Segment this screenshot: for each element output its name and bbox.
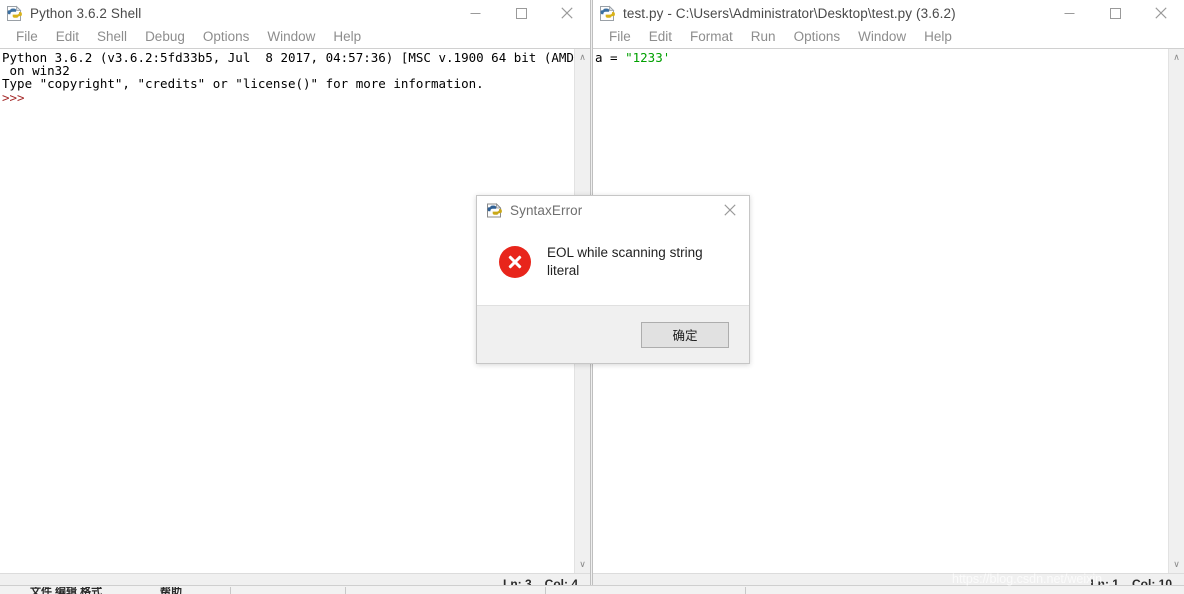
shell-caption-buttons bbox=[452, 0, 590, 26]
error-cross-icon bbox=[499, 245, 531, 278]
editor-caption-buttons bbox=[1046, 0, 1184, 26]
python-file-icon bbox=[599, 5, 616, 22]
sliver-divider-3 bbox=[545, 587, 546, 594]
dialog-footer: 确定 bbox=[477, 305, 749, 363]
background-window-sliver: 文件 编辑 格式 帮助 bbox=[0, 585, 1184, 594]
shell-menu-edit[interactable]: Edit bbox=[47, 26, 88, 48]
editor-menu-options[interactable]: Options bbox=[785, 26, 850, 48]
editor-menubar: File Edit Format Run Options Window Help bbox=[593, 26, 1184, 48]
dialog-close-button[interactable] bbox=[711, 196, 749, 224]
editor-menu-run[interactable]: Run bbox=[742, 26, 785, 48]
editor-menu-window[interactable]: Window bbox=[849, 26, 915, 48]
python-file-icon bbox=[486, 202, 503, 219]
syntax-error-dialog[interactable]: SyntaxError EOL while scanning string li… bbox=[476, 195, 750, 364]
dialog-body: EOL while scanning string literal bbox=[477, 224, 749, 305]
dialog-titlebar[interactable]: SyntaxError bbox=[477, 196, 749, 224]
editor-title-text: test.py - C:\Users\Administrator\Desktop… bbox=[623, 5, 956, 21]
dialog-message-text: EOL while scanning string literal bbox=[547, 244, 703, 278]
python-file-icon bbox=[6, 5, 23, 22]
shell-menu-debug[interactable]: Debug bbox=[136, 26, 194, 48]
shell-menu-window[interactable]: Window bbox=[258, 26, 324, 48]
editor-vertical-scrollbar[interactable]: ∧ ∨ bbox=[1168, 49, 1184, 573]
editor-minimize-button[interactable] bbox=[1046, 0, 1092, 26]
code-line-prefix: a = bbox=[595, 50, 626, 65]
dialog-title-text: SyntaxError bbox=[510, 202, 583, 218]
scroll-up-icon[interactable]: ∧ bbox=[1169, 49, 1184, 66]
shell-menu-options[interactable]: Options bbox=[194, 26, 259, 48]
shell-menubar: File Edit Shell Debug Options Window Hel… bbox=[0, 26, 590, 48]
scroll-down-icon[interactable]: ∨ bbox=[1169, 556, 1184, 573]
sliver-text-fragment-1: 文件 编辑 格式 bbox=[30, 587, 103, 594]
shell-menu-file[interactable]: File bbox=[7, 26, 47, 48]
editor-maximize-button[interactable] bbox=[1092, 0, 1138, 26]
editor-scroll-track[interactable] bbox=[1169, 66, 1184, 556]
console-prompt: >>> bbox=[2, 89, 25, 105]
sliver-divider-4 bbox=[745, 587, 746, 594]
scroll-down-icon[interactable]: ∨ bbox=[575, 556, 591, 573]
shell-close-button[interactable] bbox=[544, 0, 590, 26]
shell-title-text: Python 3.6.2 Shell bbox=[30, 5, 142, 21]
editor-titlebar[interactable]: test.py - C:\Users\Administrator\Desktop… bbox=[593, 0, 1184, 26]
sliver-divider-1 bbox=[230, 587, 231, 594]
console-line-help: Type "copyright", "credits" or "license(… bbox=[2, 76, 484, 92]
editor-menu-format[interactable]: Format bbox=[681, 26, 742, 48]
code-line-string-literal: "1233' bbox=[625, 50, 671, 65]
editor-close-button[interactable] bbox=[1138, 0, 1184, 26]
shell-titlebar[interactable]: Python 3.6.2 Shell bbox=[0, 0, 590, 26]
shell-maximize-button[interactable] bbox=[498, 0, 544, 26]
dialog-ok-button[interactable]: 确定 bbox=[641, 321, 729, 348]
editor-menu-edit[interactable]: Edit bbox=[640, 26, 681, 48]
console-line-version: Python 3.6.2 (v3.6.2:5fd33b5, Jul 8 2017… bbox=[2, 50, 574, 65]
shell-menu-help[interactable]: Help bbox=[324, 26, 370, 48]
sliver-divider-2 bbox=[345, 587, 346, 594]
shell-minimize-button[interactable] bbox=[452, 0, 498, 26]
desktop-screen: Python 3.6.2 Shell File Edit Shell Debug… bbox=[0, 0, 1184, 594]
shell-menu-shell[interactable]: Shell bbox=[88, 26, 136, 48]
editor-menu-help[interactable]: Help bbox=[915, 26, 961, 48]
sliver-text-fragment-2: 帮助 bbox=[160, 587, 182, 594]
scroll-up-icon[interactable]: ∧ bbox=[575, 49, 591, 66]
editor-menu-file[interactable]: File bbox=[600, 26, 640, 48]
